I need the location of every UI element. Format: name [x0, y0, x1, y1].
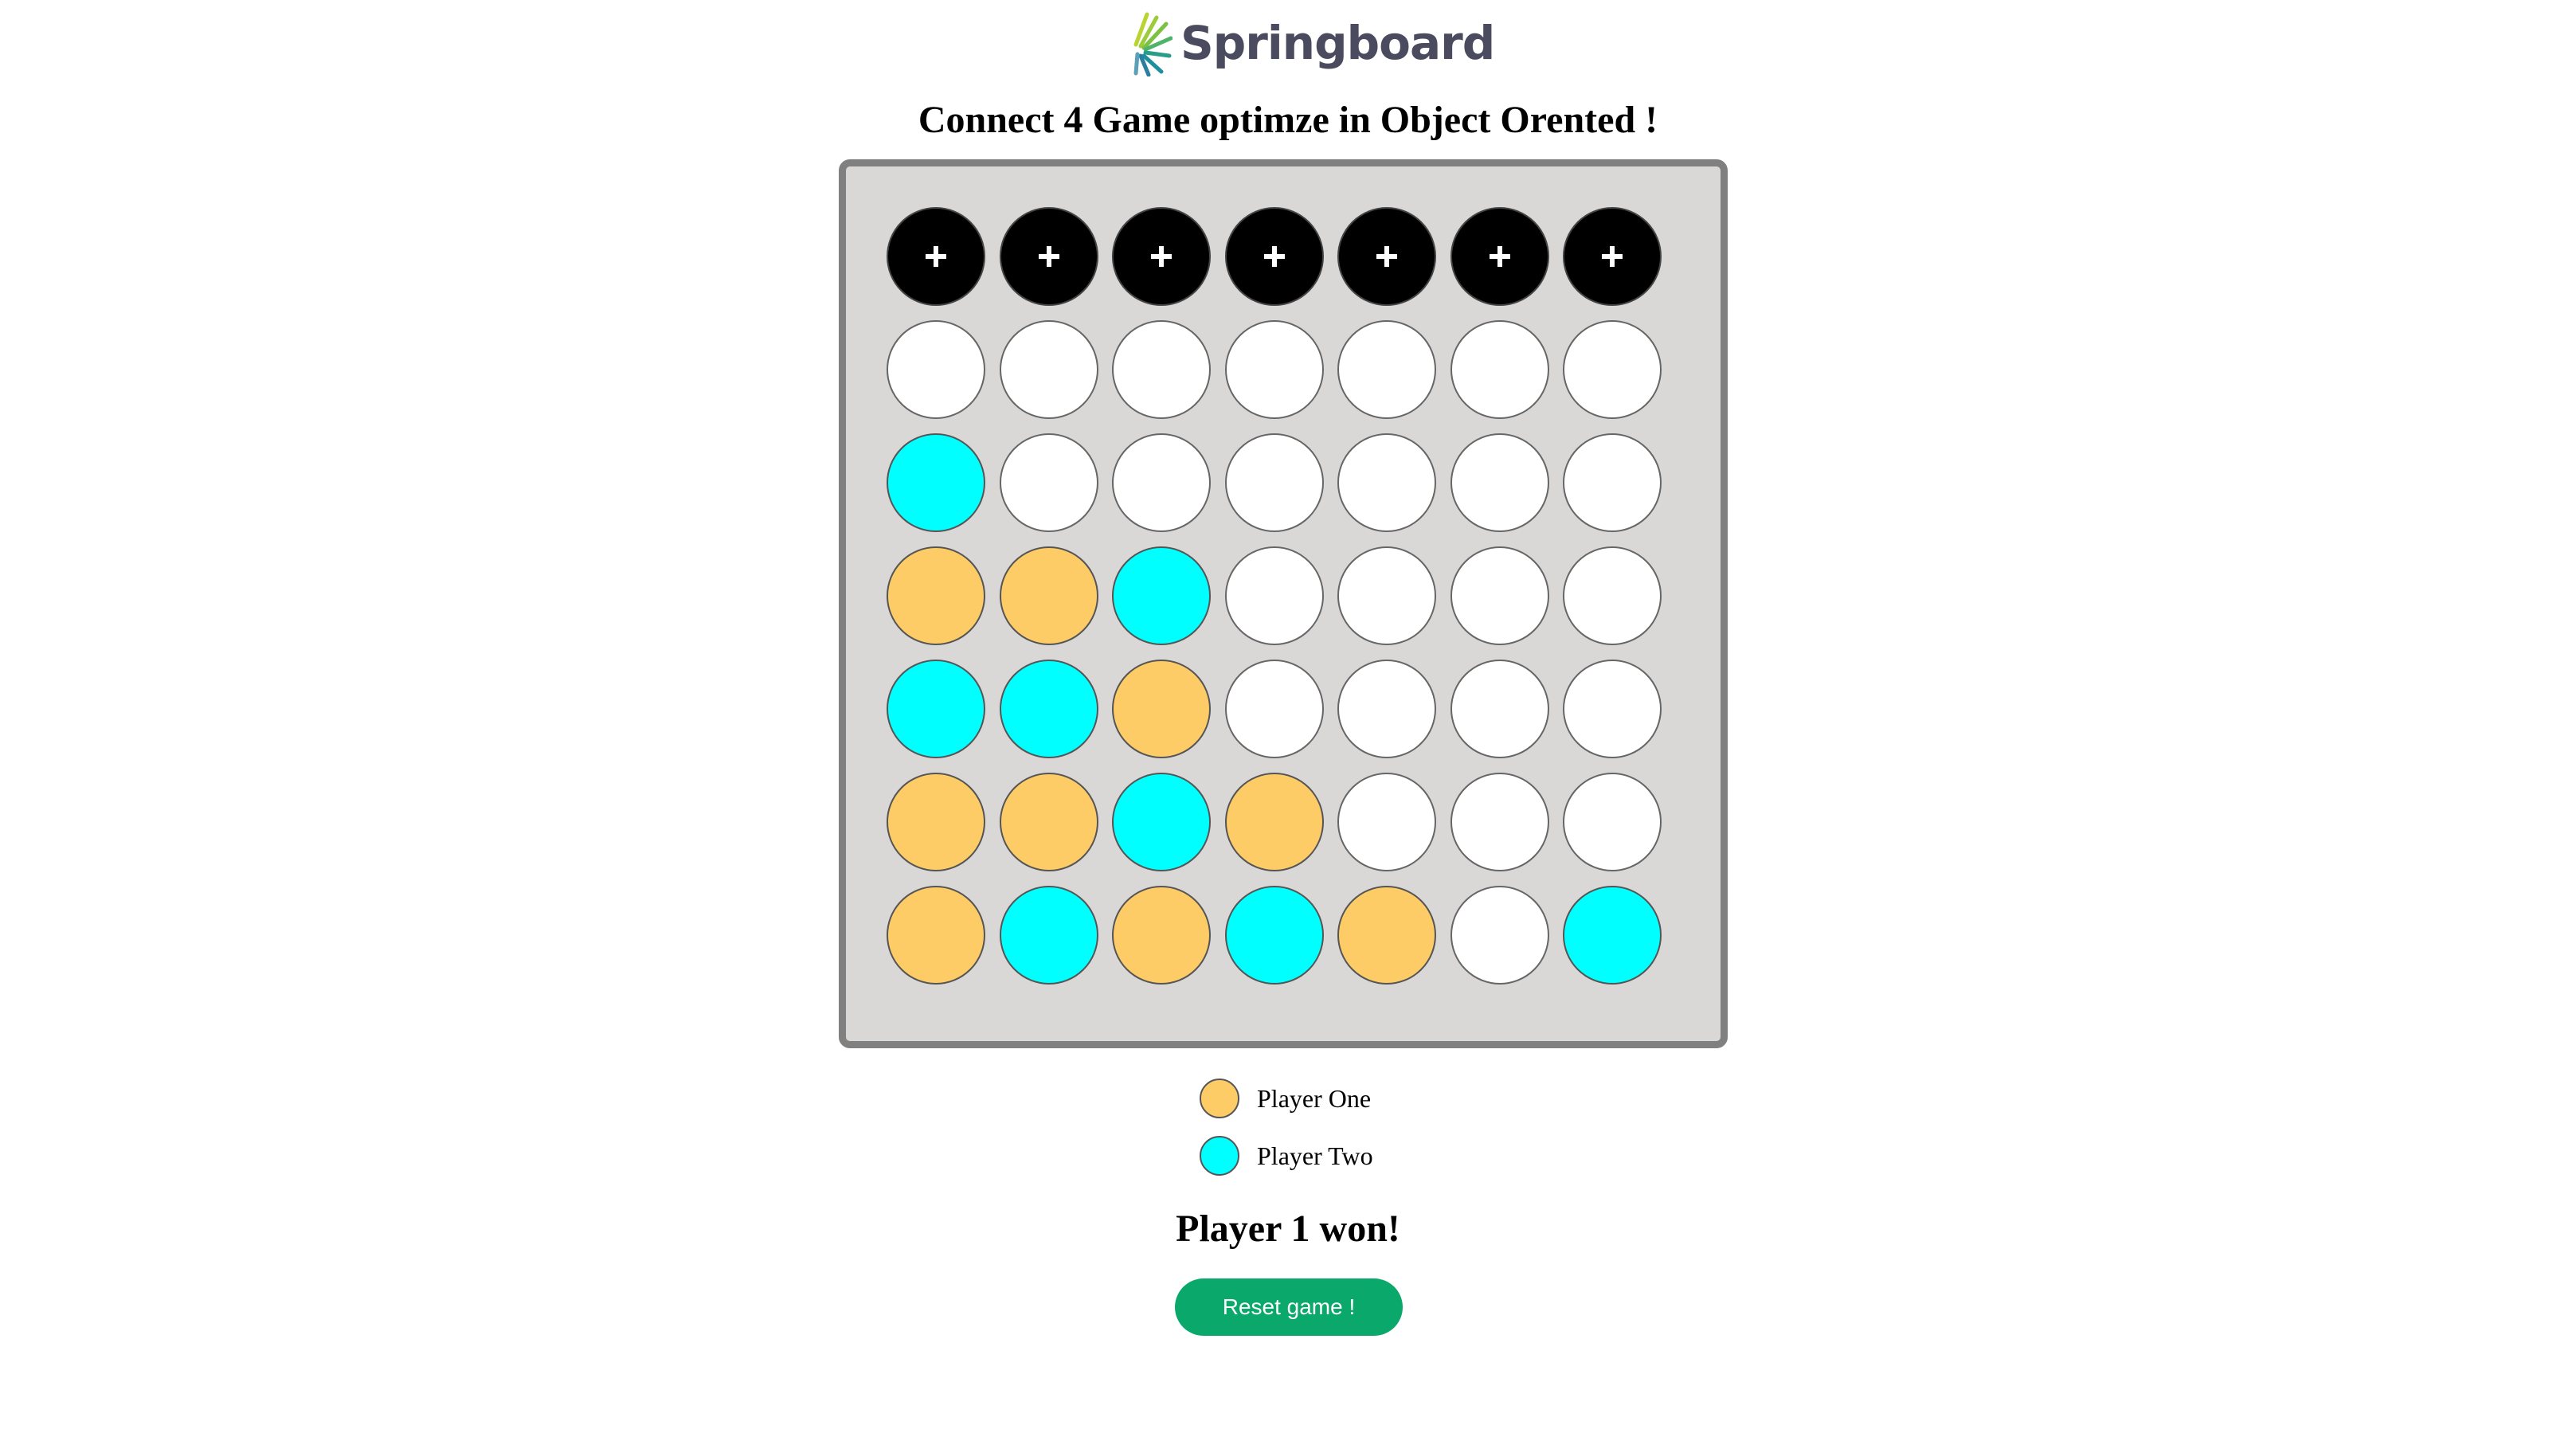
board-cell: [1450, 886, 1549, 985]
board-cell: [1112, 433, 1211, 532]
board-cell: [887, 320, 985, 419]
board-cell: [1563, 320, 1662, 419]
board-cell: [999, 433, 1098, 532]
board-cell: [999, 886, 1098, 985]
board-cell: [1337, 660, 1436, 758]
board-cell: [1450, 433, 1549, 532]
game-page: Springboard Connect 4 Game optimze in Ob…: [0, 0, 2576, 1429]
board-cell: [1337, 320, 1436, 419]
drop-column-1-button[interactable]: [887, 207, 985, 306]
board-cell: [1112, 886, 1211, 985]
board-cell: [1337, 886, 1436, 985]
player-one-swatch: [1200, 1079, 1239, 1118]
board-cell: [1112, 660, 1211, 758]
board-cell: [1224, 320, 1324, 419]
board-cell: [1337, 546, 1436, 645]
board-cell: [1563, 773, 1662, 871]
board-cell: [1337, 433, 1436, 532]
plus-icon: [1602, 246, 1623, 267]
board-cell: [887, 660, 985, 758]
board-cell: [887, 773, 985, 871]
page-title: Connect 4 Game optimze in Object Orented…: [918, 99, 1658, 141]
plus-icon: [1376, 246, 1397, 267]
board-cell: [887, 546, 985, 645]
board-cell: [887, 886, 985, 985]
legend-player-one: Player One: [1200, 1077, 1439, 1120]
board-cell: [999, 546, 1098, 645]
board-cell: [1112, 773, 1211, 871]
board-cell: [1450, 773, 1549, 871]
springboard-logo: Springboard: [1131, 10, 1495, 76]
board-cell: [999, 320, 1098, 419]
reset-game-button[interactable]: Reset game !: [1175, 1278, 1403, 1336]
board-cell: [1112, 546, 1211, 645]
player-two-label: Player Two: [1257, 1141, 1373, 1170]
logo-text: Springboard: [1180, 16, 1495, 70]
board-cell: [1337, 773, 1436, 871]
plus-icon: [1151, 246, 1172, 267]
drop-column-4-button[interactable]: [1224, 207, 1324, 306]
plus-icon: [1489, 246, 1510, 267]
drop-column-3-button[interactable]: [1112, 207, 1211, 306]
plus-icon: [1038, 246, 1059, 267]
drop-column-6-button[interactable]: [1450, 207, 1549, 306]
board-cell: [1563, 546, 1662, 645]
board-cell: [1563, 886, 1662, 985]
game-status: Player 1 won!: [1176, 1208, 1400, 1250]
board-cell: [1112, 320, 1211, 419]
player-two-swatch: [1200, 1136, 1239, 1176]
board-cell: [1224, 886, 1324, 985]
plus-icon: [926, 246, 946, 267]
board-cell: [1563, 433, 1662, 532]
drop-column-7-button[interactable]: [1563, 207, 1662, 306]
board-cell: [1563, 660, 1662, 758]
board-cell: [1224, 433, 1324, 532]
board-cell: [1224, 546, 1324, 645]
board-cell: [1450, 546, 1549, 645]
legend-player-two: Player Two: [1200, 1134, 1439, 1177]
board-cell: [999, 660, 1098, 758]
board-cell: [1450, 320, 1549, 419]
board-cell: [887, 433, 985, 532]
board-cell: [999, 773, 1098, 871]
board-cell: [1224, 660, 1324, 758]
game-board: [839, 159, 1728, 1048]
drop-column-5-button[interactable]: [1337, 207, 1436, 306]
board-cell: [1224, 773, 1324, 871]
drop-column-2-button[interactable]: [999, 207, 1098, 306]
springboard-leaf-icon: [1131, 10, 1173, 76]
player-one-label: Player One: [1257, 1083, 1372, 1113]
board-cell: [1450, 660, 1549, 758]
plus-icon: [1263, 246, 1285, 267]
